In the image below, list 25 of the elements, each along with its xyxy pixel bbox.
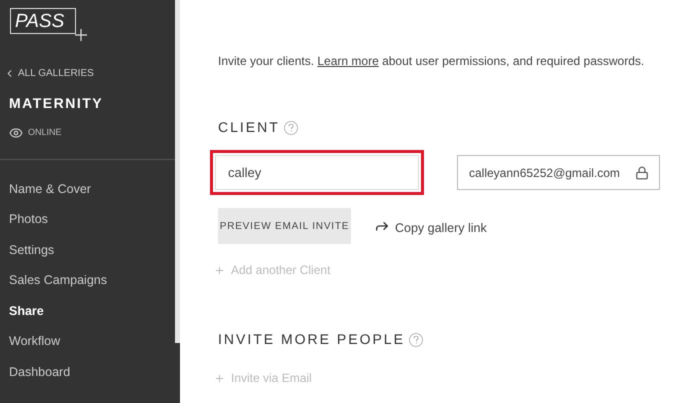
nav-item[interactable]: Settings xyxy=(9,235,175,266)
nav-item[interactable]: Name & Cover xyxy=(9,174,175,204)
help-icon[interactable] xyxy=(284,120,298,134)
eye-icon xyxy=(9,126,23,140)
nav-item[interactable]: Workflow xyxy=(9,326,175,357)
nav-item[interactable]: Sales Campaigns xyxy=(9,266,175,296)
nav-item[interactable]: Photos xyxy=(9,204,175,235)
intro-text: Invite your clients. Learn more about user permissions, and required passwords. xyxy=(218,53,646,70)
copy-link[interactable]: Copy gallery link xyxy=(395,218,487,238)
learn-more-link[interactable]: Learn more xyxy=(317,54,379,68)
nav-item[interactable]: Share xyxy=(9,296,175,326)
preview-email-button[interactable]: PREVIEW EMAIL INVITE xyxy=(218,208,351,244)
help-icon[interactable] xyxy=(408,332,423,346)
plus-icon xyxy=(214,372,225,384)
name-field[interactable]: calley xyxy=(210,150,424,195)
lock-icon xyxy=(635,166,649,180)
back-link[interactable]: ALL GALLERIES xyxy=(4,66,94,81)
status-text: ONLINE xyxy=(28,126,62,140)
section-heading: CLIENT xyxy=(218,118,280,137)
nav-item[interactable]: Dashboard xyxy=(9,357,175,388)
section-heading: INVITE MORE PEOPLE xyxy=(218,330,405,349)
gallery-title: MATERNITY xyxy=(9,94,104,113)
email-field[interactable]: calleyann65252@gmail.com xyxy=(457,155,660,190)
scrollbar[interactable] xyxy=(175,0,180,343)
plus-icon xyxy=(214,264,225,276)
